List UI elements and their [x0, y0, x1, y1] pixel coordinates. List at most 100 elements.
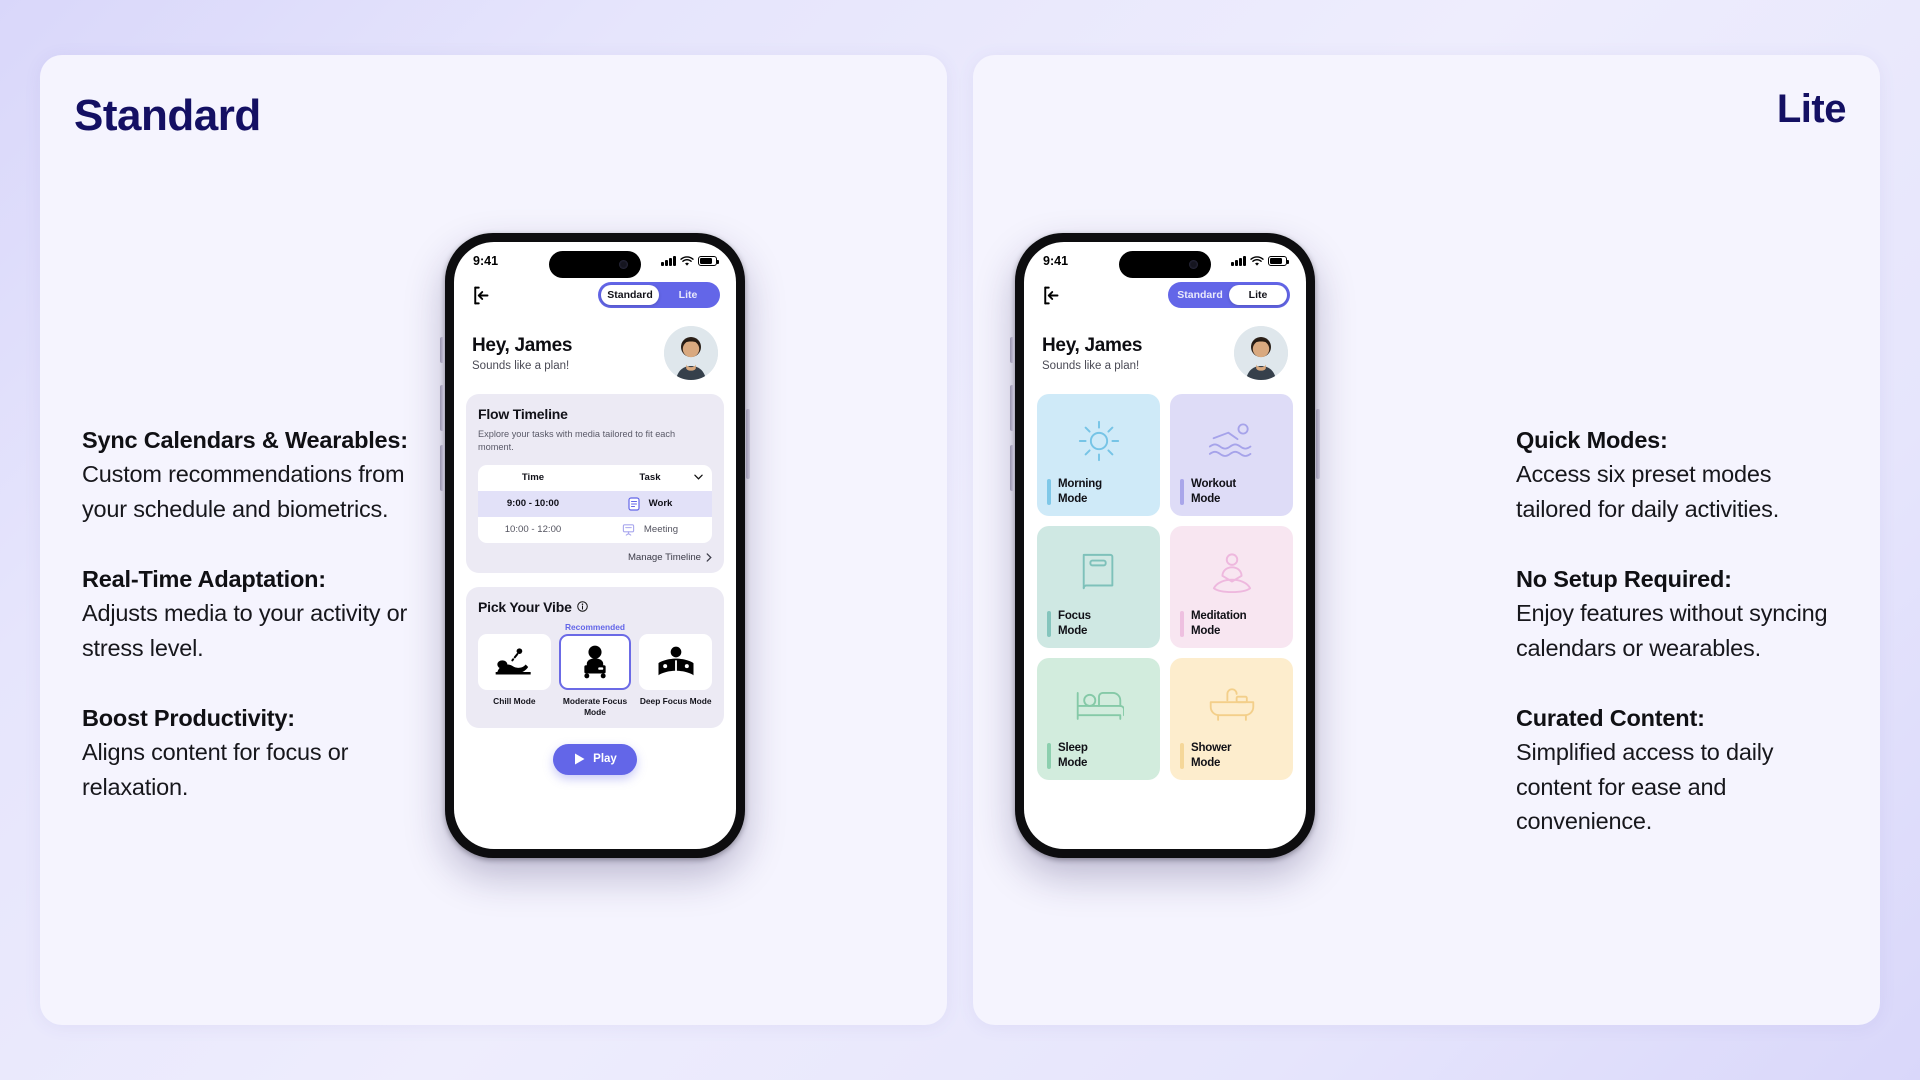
table-row[interactable]: 9:00 - 10:00 Work [478, 490, 712, 517]
panel-title-lite: Lite [1776, 87, 1847, 131]
accent-bar [1047, 742, 1051, 769]
quick-modes-grid: Morning Mode Workout Mode Focus Mode Med… [1024, 380, 1306, 780]
cellular-bars-icon [1231, 256, 1246, 266]
accent-bar [1047, 610, 1051, 637]
status-time: 9:41 [473, 254, 499, 268]
feature-heading: Real-Time Adaptation: [82, 566, 326, 593]
panel-title-standard: Standard [74, 91, 261, 140]
mode-card-morning[interactable]: Morning Mode [1037, 394, 1160, 516]
vibe-options: Chill Mode Moderate Focus Mode Deep Focu… [478, 633, 713, 718]
greeting-title: Hey, James [472, 334, 573, 356]
presentation-icon [622, 524, 635, 536]
volume-up-button[interactable] [1010, 385, 1014, 431]
feature-item: No Setup Required: Enjoy features withou… [1516, 562, 1846, 665]
mode-card-sleep[interactable]: Sleep Mode [1037, 658, 1160, 780]
lite-feature-list: Quick Modes: Access six preset modes tai… [1516, 423, 1846, 839]
mute-switch[interactable] [1010, 337, 1014, 363]
power-button[interactable] [746, 409, 750, 479]
lite-phone-mockup: 9:41 Standard Lite Hey, James Sounds lik… [1010, 230, 1320, 861]
back-arrow-icon[interactable] [1040, 285, 1061, 306]
mode-label-line1: Focus [1058, 610, 1091, 623]
row-task: Meeting [643, 524, 679, 536]
standard-panel: Standard Sync Calendars & Wearables: Cus… [40, 55, 947, 1025]
row-time: 10:00 - 12:00 [504, 524, 562, 536]
manage-timeline-label: Manage Timeline [627, 551, 701, 563]
feature-heading: Quick Modes: [1516, 427, 1668, 453]
feature-heading: No Setup Required: [1516, 566, 1732, 593]
person-reading-icon [658, 646, 694, 676]
greeting-title: Hey, James [1042, 334, 1143, 356]
bed-icon [1076, 691, 1124, 720]
flow-timeline-card: Flow Timeline Explore your tasks with me… [466, 394, 724, 573]
feature-body: Aligns content for focus or relaxation. [82, 739, 349, 800]
power-button[interactable] [1316, 409, 1320, 479]
mode-label-line2: Mode [1058, 492, 1088, 505]
bathtub-icon [1209, 688, 1254, 721]
segment-lite[interactable]: Lite [659, 285, 717, 305]
feature-item: Sync Calendars & Wearables: Custom recom… [82, 423, 442, 526]
volume-down-button[interactable] [1010, 445, 1014, 491]
play-label: Play [593, 753, 617, 766]
lite-panel: Lite Quick Modes: Access six preset mode… [973, 55, 1880, 1025]
vibe-label: Moderate Focus Mode [562, 695, 628, 717]
feature-heading: Sync Calendars & Wearables: [82, 427, 408, 453]
vibe-label: Deep Focus Mode [639, 695, 712, 706]
feature-body: Custom recommendations from your schedul… [82, 461, 405, 522]
mute-switch[interactable] [440, 337, 444, 363]
mode-segmented-control[interactable]: Standard Lite [1168, 282, 1290, 308]
status-time: 9:41 [1043, 254, 1069, 268]
vibe-label: Chill Mode [493, 695, 536, 706]
cellular-bars-icon [661, 256, 676, 266]
vibe-option-chill[interactable]: Chill Mode [478, 633, 551, 718]
pick-your-vibe-card: Pick Your Vibe Recommended Chill Mode Mo… [466, 586, 724, 728]
vibe-option-deep[interactable]: Deep Focus Mode [639, 633, 713, 718]
segment-standard[interactable]: Standard [1171, 285, 1229, 305]
book-icon [1082, 553, 1113, 589]
accent-bar [1180, 478, 1184, 505]
battery-icon [1268, 256, 1289, 266]
mode-card-shower[interactable]: Shower Mode [1170, 658, 1293, 780]
mode-label-line2: Mode [1191, 756, 1221, 769]
flow-timeline-title: Flow Timeline [478, 406, 568, 422]
volume-up-button[interactable] [440, 385, 444, 431]
wifi-icon [680, 255, 694, 266]
dynamic-island [549, 251, 641, 278]
play-button[interactable]: Play [553, 743, 637, 775]
feature-body: Simplified access to daily content for e… [1516, 739, 1774, 835]
wifi-icon [1250, 255, 1264, 266]
camera-icon [619, 260, 628, 269]
feature-heading: Curated Content: [1516, 705, 1705, 732]
feature-body: Adjusts media to your activity or stress… [82, 600, 408, 661]
feature-heading: Boost Productivity: [82, 705, 295, 732]
chevron-down-icon[interactable] [694, 474, 703, 480]
mode-card-meditation[interactable]: Meditation Mode [1170, 526, 1293, 648]
mode-label-line2: Mode [1058, 756, 1088, 769]
mode-card-focus[interactable]: Focus Mode [1037, 526, 1160, 648]
table-row[interactable]: 10:00 - 12:00 Meeting [478, 517, 712, 543]
info-icon[interactable] [576, 601, 588, 612]
back-arrow-icon[interactable] [470, 285, 491, 306]
camera-icon [1189, 260, 1198, 269]
battery-icon [698, 256, 719, 266]
swimmer-icon [1208, 423, 1251, 457]
sun-icon [1078, 420, 1119, 461]
greeting-section: Hey, James Sounds like a plan! [1024, 308, 1306, 380]
standard-feature-list: Sync Calendars & Wearables: Custom recom… [82, 423, 442, 804]
segment-lite[interactable]: Lite [1229, 285, 1287, 305]
timeline-table: Time Task 9:00 - 10:00 Work 10:00 - 12:0… [478, 464, 712, 543]
vibe-option-moderate[interactable]: Moderate Focus Mode [558, 633, 632, 718]
avatar[interactable] [664, 326, 718, 380]
mode-segmented-control[interactable]: Standard Lite [598, 282, 720, 308]
avatar[interactable] [1234, 326, 1288, 380]
mode-label-line1: Workout [1191, 478, 1237, 491]
mode-label-line2: Mode [1191, 492, 1221, 505]
manage-timeline-link[interactable]: Manage Timeline [478, 552, 712, 563]
segment-standard[interactable]: Standard [601, 285, 659, 305]
feature-item: Curated Content: Simplified access to da… [1516, 701, 1846, 839]
mode-label-line1: Morning [1058, 478, 1102, 491]
feature-item: Boost Productivity: Aligns content for f… [82, 701, 442, 804]
mode-card-workout[interactable]: Workout Mode [1170, 394, 1293, 516]
feature-body: Access six preset modes tailored for dai… [1516, 461, 1780, 522]
volume-down-button[interactable] [440, 445, 444, 491]
table-header-row: Time Task [478, 465, 712, 491]
